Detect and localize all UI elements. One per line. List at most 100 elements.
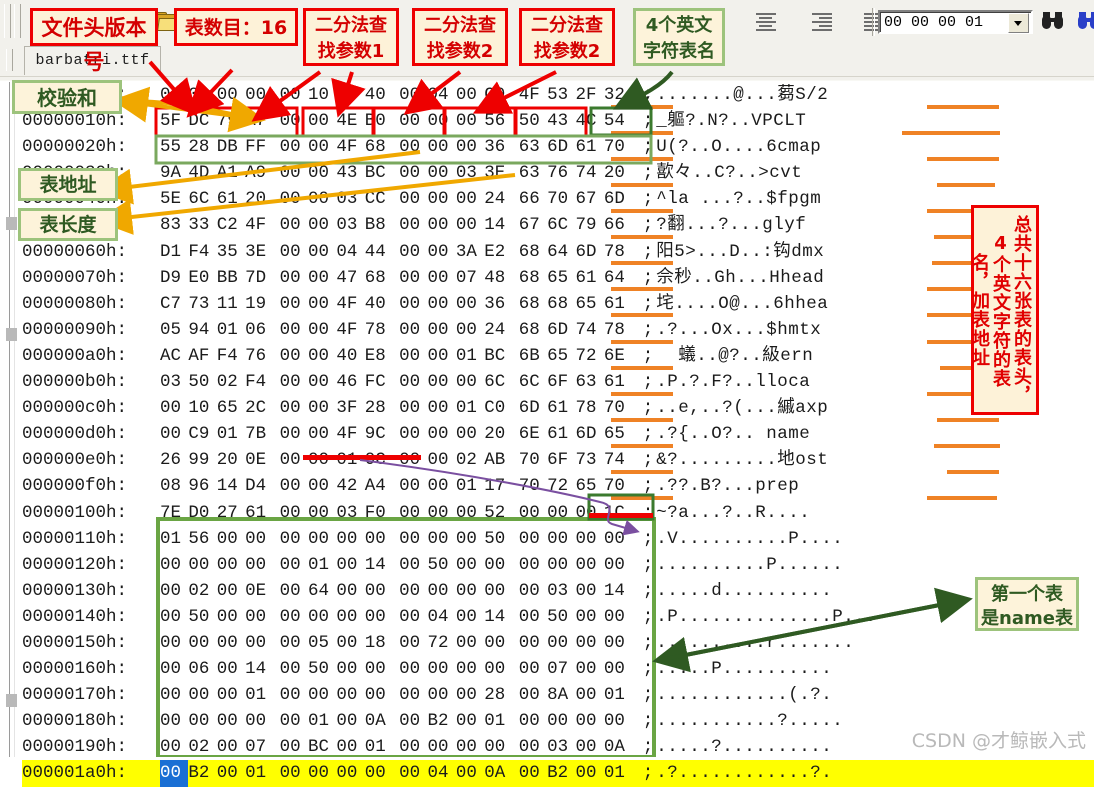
hex-row[interactable]: 00000100h: 7E D0 27 61 00 00 03 F0 00 00 … <box>22 500 1094 526</box>
hex-byte[interactable]: B0 <box>365 108 393 134</box>
hex-byte[interactable]: 00 <box>604 708 632 734</box>
hex-byte[interactable]: 56 <box>188 526 216 552</box>
hex-byte[interactable]: 00 <box>519 630 547 656</box>
hex-byte[interactable]: 53 <box>547 82 575 108</box>
hex-byte[interactable]: 7E <box>160 500 188 526</box>
hex-byte[interactable]: 5F <box>160 108 188 134</box>
hex-byte[interactable]: 6F <box>547 369 575 395</box>
hex-byte[interactable]: 00 <box>308 186 336 212</box>
hex-ascii[interactable]: ..........r....... <box>656 633 854 653</box>
hex-byte[interactable]: 07 <box>547 656 575 682</box>
hex-byte[interactable]: 00 <box>160 421 188 447</box>
hex-byte[interactable]: 50 <box>188 604 216 630</box>
hex-ascii[interactable]: .....d.......... <box>656 581 832 601</box>
hex-byte[interactable]: 00 <box>280 526 308 552</box>
hex-byte[interactable]: 01 <box>245 760 273 786</box>
hex-byte[interactable]: 00 <box>428 239 456 265</box>
hex-byte[interactable]: 6F <box>547 447 575 473</box>
hex-byte[interactable]: 68 <box>365 265 393 291</box>
hex-byte[interactable]: 65 <box>575 473 603 499</box>
hex-byte[interactable]: 48 <box>484 265 512 291</box>
hex-byte[interactable]: 03 <box>336 186 364 212</box>
hex-ascii[interactable]: &?.........地ost <box>656 450 828 470</box>
hex-byte[interactable]: E8 <box>365 343 393 369</box>
hex-byte[interactable]: 00 <box>428 447 456 473</box>
hex-byte[interactable]: 00 <box>399 108 427 134</box>
hex-byte[interactable]: 00 <box>308 526 336 552</box>
hex-byte[interactable]: 79 <box>575 212 603 238</box>
hex-byte[interactable]: 78 <box>365 317 393 343</box>
hex-byte[interactable]: 00 <box>160 82 188 108</box>
hex-byte[interactable]: 4F <box>245 212 273 238</box>
hex-byte[interactable]: 64 <box>308 578 336 604</box>
hex-byte[interactable]: 00 <box>519 656 547 682</box>
hex-byte[interactable]: 00 <box>280 682 308 708</box>
hex-byte[interactable]: 61 <box>217 186 245 212</box>
hex-byte[interactable]: 00 <box>428 421 456 447</box>
offset-combobox[interactable]: 00 00 00 01 <box>878 10 1033 34</box>
hex-ascii[interactable]: .....?.......... <box>656 737 832 757</box>
hex-byte[interactable]: 00 <box>280 552 308 578</box>
hex-byte[interactable]: 9C <box>365 421 393 447</box>
hex-byte[interactable]: 00 <box>519 500 547 526</box>
hex-byte[interactable]: 00 <box>399 682 427 708</box>
hex-byte[interactable]: 00 <box>308 604 336 630</box>
hex-byte[interactable]: 01 <box>456 395 484 421</box>
scroll-thumb-top[interactable] <box>6 217 17 230</box>
hex-row[interactable]: 000000e0h: 26 99 20 0E 00 00 01 0C 00 00 … <box>22 447 1094 473</box>
hex-byte[interactable]: 00 <box>188 552 216 578</box>
hex-byte[interactable]: 67 <box>575 186 603 212</box>
hex-byte[interactable]: 17 <box>484 473 512 499</box>
hex-byte[interactable]: 00 <box>217 708 245 734</box>
hex-byte[interactable]: 00 <box>280 656 308 682</box>
hex-byte[interactable]: 52 <box>484 500 512 526</box>
hex-byte[interactable]: 00 <box>428 500 456 526</box>
hex-ascii[interactable]: U(?..O....6cmap <box>656 137 821 157</box>
hex-byte[interactable]: 00 <box>336 630 364 656</box>
hex-byte[interactable]: 01 <box>308 552 336 578</box>
hex-ascii[interactable]: 歖々..C?..>cvt <box>656 163 802 183</box>
hex-byte[interactable]: 00 <box>399 212 427 238</box>
hex-byte[interactable]: 63 <box>519 160 547 186</box>
hex-byte[interactable]: 67 <box>519 212 547 238</box>
hex-byte[interactable]: 4D <box>188 160 216 186</box>
hex-byte[interactable]: 00 <box>280 186 308 212</box>
hex-byte[interactable]: 00 <box>308 421 336 447</box>
hex-row[interactable]: 000001a0h: 00 B2 00 01 00 00 00 00 00 04 … <box>22 760 1094 787</box>
hex-byte[interactable]: 00 <box>280 708 308 734</box>
hex-byte[interactable]: 00 <box>280 317 308 343</box>
hex-byte[interactable]: 00 <box>365 656 393 682</box>
hex-byte[interactable]: 00 <box>336 526 364 552</box>
hex-byte[interactable]: 65 <box>547 265 575 291</box>
hex-byte[interactable]: 65 <box>547 343 575 369</box>
hex-byte[interactable]: 00 <box>280 160 308 186</box>
hex-byte[interactable]: 00 <box>399 526 427 552</box>
hex-byte[interactable]: A7 <box>245 108 273 134</box>
hex-byte[interactable]: 05 <box>308 630 336 656</box>
hex-byte[interactable]: 02 <box>217 369 245 395</box>
hex-byte[interactable]: 00 <box>217 552 245 578</box>
hex-byte[interactable]: 00 <box>365 578 393 604</box>
hex-byte[interactable]: 00 <box>456 82 484 108</box>
hex-byte[interactable]: 79 <box>217 108 245 134</box>
hex-byte[interactable]: 00 <box>245 604 273 630</box>
hex-byte[interactable]: 00 <box>399 369 427 395</box>
hex-byte[interactable]: AF <box>188 343 216 369</box>
hex-byte[interactable]: 00 <box>308 317 336 343</box>
hex-ascii[interactable]: .....P.......... <box>656 659 832 679</box>
hex-byte[interactable]: 20 <box>484 421 512 447</box>
hex-byte[interactable]: 7D <box>245 265 273 291</box>
hex-byte[interactable]: 63 <box>519 134 547 160</box>
hex-byte[interactable]: 72 <box>428 630 456 656</box>
hex-byte[interactable]: 00 <box>399 239 427 265</box>
hex-byte[interactable]: 00 <box>336 82 364 108</box>
hex-byte[interactable]: 4F <box>336 421 364 447</box>
hex-byte[interactable]: 00 <box>575 708 603 734</box>
hex-byte[interactable]: 00 <box>399 421 427 447</box>
hex-byte[interactable]: 40 <box>336 343 364 369</box>
hex-byte[interactable]: 00 <box>399 500 427 526</box>
hex-byte[interactable]: 7B <box>245 421 273 447</box>
hex-byte[interactable]: 00 <box>245 708 273 734</box>
hex-byte[interactable]: 04 <box>428 604 456 630</box>
hex-byte[interactable]: 00 <box>604 526 632 552</box>
